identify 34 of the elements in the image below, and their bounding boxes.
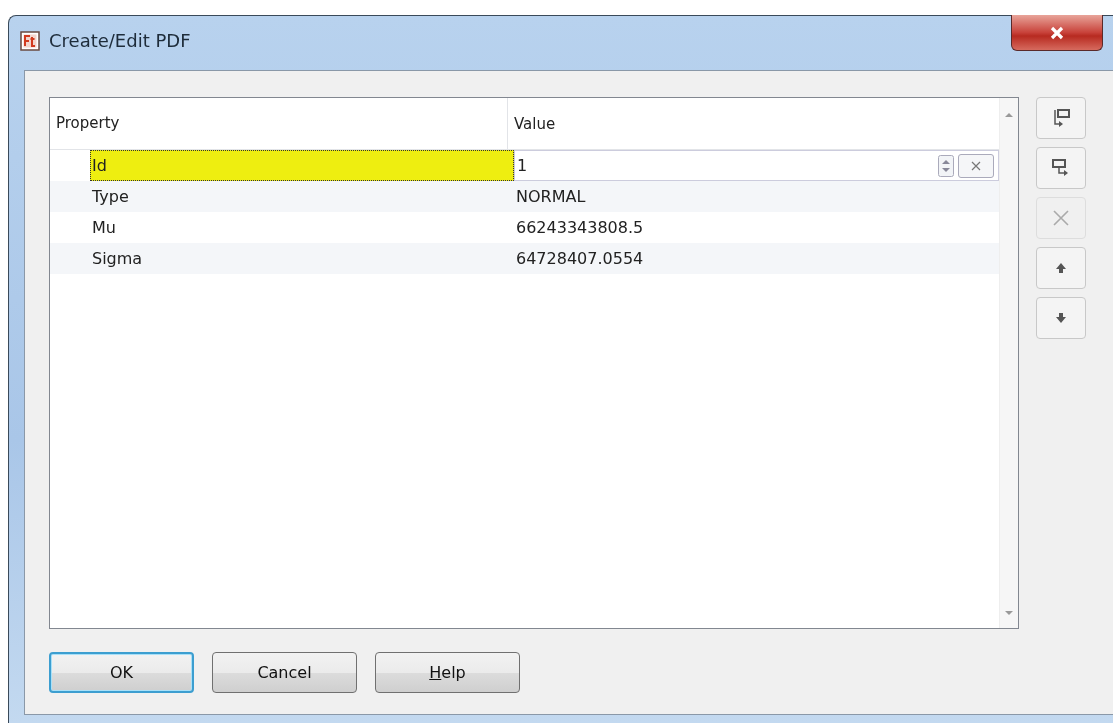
- property-value: 66243343808.5: [515, 218, 644, 237]
- dialog-button[interactable]: OK: [49, 652, 194, 693]
- clear-icon: [971, 160, 981, 171]
- property-row[interactable]: Id 1: [50, 150, 999, 181]
- property-name: Sigma: [91, 248, 144, 270]
- arrow-down-icon: [1054, 311, 1068, 325]
- clear-button[interactable]: [958, 153, 994, 178]
- close-icon: [1049, 25, 1065, 40]
- app-icon: [20, 31, 40, 51]
- toolbar-button[interactable]: [1036, 297, 1086, 339]
- scroll-down-icon[interactable]: [1004, 610, 1014, 616]
- property-row[interactable]: Mu 66243343808.5: [50, 212, 999, 243]
- dialog-button[interactable]: Help: [375, 652, 520, 693]
- column-header[interactable]: Value: [508, 114, 556, 133]
- scrollbar[interactable]: [999, 98, 1018, 628]
- window-title: Create/Edit PDF: [49, 30, 191, 52]
- property-row[interactable]: Type NORMAL: [50, 181, 999, 212]
- property-row[interactable]: Sigma 64728407.0554: [50, 243, 999, 274]
- property-name: Type: [91, 186, 130, 208]
- toolbar-button[interactable]: [1036, 147, 1086, 189]
- property-name: Id: [90, 150, 514, 181]
- property-value: NORMAL: [515, 187, 586, 206]
- column-header[interactable]: Property: [50, 98, 508, 149]
- dialog-button[interactable]: Cancel: [212, 652, 357, 693]
- scroll-up-icon[interactable]: [1004, 112, 1014, 118]
- field-value: 1: [516, 156, 529, 175]
- toolbar-button[interactable]: [1036, 97, 1086, 139]
- spinner-icon[interactable]: [938, 154, 954, 177]
- arrow-up-icon: [1054, 261, 1068, 275]
- close-button[interactable]: [1011, 15, 1103, 51]
- toolbar-button[interactable]: [1036, 247, 1086, 289]
- property-name: Mu: [91, 217, 117, 239]
- property-value: 64728407.0554: [515, 249, 644, 268]
- value-field[interactable]: 1: [514, 150, 999, 181]
